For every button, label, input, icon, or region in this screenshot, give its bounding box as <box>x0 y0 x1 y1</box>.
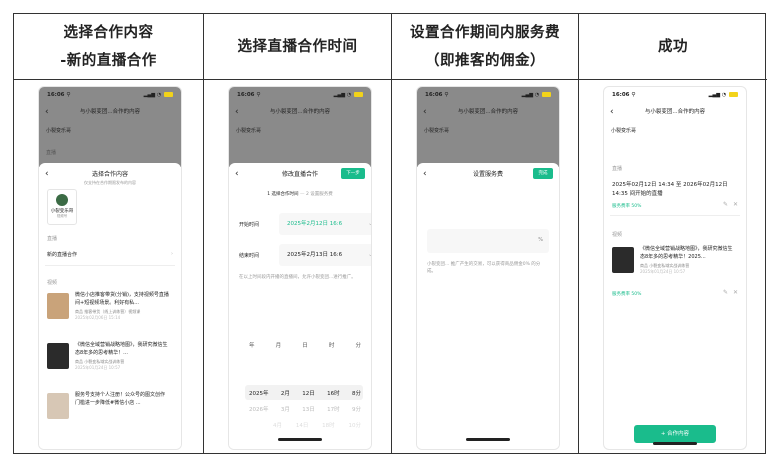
select-content-sheet: ‹ 选择合作内容 仅支持在合作期限发布的内容 小裂变乐哥 视频号 直播 新的直播合… <box>39 163 181 449</box>
storyboard-frame: 选择合作内容 -新的直播合作 16:06 ⚲ ▂▄▆ ◔ ‹ 与小裂变团...合作… <box>13 13 767 454</box>
picker-headers: 年月日时分 <box>249 343 361 349</box>
next-button[interactable]: 下一步 <box>341 168 365 179</box>
picker-row-selected[interactable]: 2025年 2月 12日 16时 8分 <box>249 389 361 397</box>
done-button[interactable]: 完成 <box>533 168 553 179</box>
video-thumbnail <box>612 247 634 273</box>
new-live-option[interactable]: 新的直播合作 › <box>47 251 173 258</box>
status-bar: 16:06 ⚲ ▂▄▆ ◔ <box>417 87 559 101</box>
service-fee-sheet: ‹ 设置服务费 完成 % 小裂变团... 推广产生的交易，可以获得商品佣金0% … <box>417 163 559 449</box>
video-fee-rate: 服务费率 50% <box>612 292 642 297</box>
status-bar: 16:06 ⚲ ▂▄▆ ◔ <box>39 87 181 101</box>
edit-icon[interactable]: ✎ <box>723 289 728 296</box>
video-date: 2025年01月24日 10:57 <box>75 365 121 370</box>
account-card[interactable]: 小裂变乐哥 视频号 <box>47 189 77 225</box>
step-column-1: 选择合作内容 -新的直播合作 16:06 ⚲ ▂▄▆ ◔ ‹ 与小裂变团...合作… <box>14 14 204 453</box>
video-title: 《微信全域营销战略地图》，我研究微信生态8年多的思考精华！... <box>75 342 168 356</box>
sheet-title: 设置服务费 <box>472 171 503 178</box>
step-column-4: 成功 16:06 ⚲ ▂▄▆ ◔ ‹ 与小裂变团...合作的内容 小裂变乐哥 直播… <box>579 14 767 453</box>
step-current: 1 选择合作时间 <box>267 192 299 197</box>
video-date: 2025年01月24日 10:57 <box>640 269 686 274</box>
phone-screen-live-time: 16:06 ⚲ ▂▄▆ ◔ ‹ 与小裂变团...合作的内容 小裂变乐哥 ‹ 修改直… <box>228 86 372 450</box>
step-header-2: 选择直播合作时间 <box>204 14 391 80</box>
video-item[interactable]: 微信小店推客带货(分销)，支持视频号直播间+短视频场景。利好有私... 商品 推… <box>47 291 173 331</box>
page-title: 与小裂变团...合作的内容 <box>79 109 141 115</box>
chevron-down-icon: ⌄ <box>368 213 371 235</box>
video-title: 微信小店推客带货(分销)，支持视频号直播间+短视频场景。利好有私... <box>75 292 169 306</box>
video-thumbnail <box>47 393 69 419</box>
steps-indicator: 1 选择合作时间 — 2 设置服务费 <box>267 192 333 197</box>
close-icon[interactable]: ✕ <box>733 289 738 296</box>
page-title: 与小裂变团...合作的内容 <box>457 109 519 115</box>
back-icon[interactable]: ‹ <box>610 105 614 119</box>
shop-name: 小裂变乐哥 <box>46 128 72 134</box>
video-item[interactable]: 服务号支持个人注册！公众号的图文创作门槛进一步降低#微信小店 ... <box>47 391 173 431</box>
status-bar: 16:06 ⚲ ▂▄▆ ◔ <box>229 87 371 101</box>
header-line: 选择合作内容 <box>63 24 154 41</box>
video-thumbnail <box>47 343 69 369</box>
shop-name: 小裂变乐哥 <box>236 128 262 134</box>
start-time-field[interactable]: 2025年2月12日 16:6⌄ <box>279 213 371 235</box>
picker-row[interactable]: 2026年 3月 13日 17时 9分 <box>249 405 361 413</box>
home-indicator <box>278 438 322 441</box>
phone-screen-service-fee: 16:06 ⚲ ▂▄▆ ◔ ‹ 与小裂变团...合作的内容 小裂变乐哥 ‹ 设置服… <box>416 86 560 450</box>
fee-input[interactable]: % <box>427 229 549 253</box>
header-line: （即推客的佣金） <box>425 52 545 69</box>
chevron-right-icon: › <box>171 251 173 257</box>
video-item[interactable]: 《微信全域营销战略地图》，我研究微信生态8年多的思考精华！... 商品 小裂变私… <box>47 341 173 381</box>
header-line: -新的直播合作 <box>60 52 157 69</box>
edit-icon[interactable]: ✎ <box>723 201 728 208</box>
time-hint: 在以上时间段内开播的直播间，允许小裂变团...进行推广。 <box>239 275 356 280</box>
sheet-title: 选择合作内容 <box>91 171 128 178</box>
video-title: 服务号支持个人注册！公众号的图文创作门槛进一步降低#微信小店 ... <box>75 392 166 406</box>
home-indicator <box>466 438 510 441</box>
step-header-3: 设置合作期间内服务费 （即推客的佣金） <box>392 14 578 80</box>
step-next: 2 设置服务费 <box>305 192 333 197</box>
video-date: 2025年02月06日 15:14 <box>75 315 121 320</box>
header-line: 设置合作期间内服务费 <box>410 24 560 41</box>
add-cooperation-content-button[interactable]: + 合作内容 <box>634 425 716 443</box>
step-column-3: 设置合作期间内服务费 （即推客的佣金） 16:06 ⚲ ▂▄▆ ◔ ‹ 与小裂变团… <box>392 14 579 453</box>
live-label: 直播 <box>47 236 58 242</box>
phone-screen-select-content: 16:06 ⚲ ▂▄▆ ◔ ‹ 与小裂变团...合作的内容 小裂变乐哥 直播 ‹ … <box>38 86 182 450</box>
new-live-label: 新的直播合作 <box>47 252 78 258</box>
video-label: 视频 <box>612 232 623 238</box>
video-thumbnail <box>47 293 69 319</box>
home-indicator <box>653 442 697 445</box>
edit-live-sheet: ‹ 修改直播合作 下一步 1 选择合作时间 — 2 设置服务费 开始时间 202… <box>229 163 371 449</box>
end-time-label: 结束时间 <box>239 253 260 259</box>
header-line: 成功 <box>658 38 688 55</box>
close-icon[interactable]: ✕ <box>733 201 738 208</box>
page-title: 与小裂变团...合作的内容 <box>269 109 331 115</box>
percent-unit: % <box>538 237 543 243</box>
sheet-title: 修改直播合作 <box>281 171 318 178</box>
page-title: 与小裂变团...合作的内容 <box>644 109 706 115</box>
live-label: 直播 <box>612 166 623 172</box>
fee-hint: 小裂变团... 推广产生的交易，可以获得商品佣金0% 的分成。 <box>427 262 541 274</box>
section-label: 直播 <box>46 150 57 156</box>
live-cooperation-desc: 2025年02月12日 14:34 至 2026年02月12日 14:35 间开… <box>612 182 728 197</box>
back-icon[interactable]: ‹ <box>423 105 427 119</box>
back-icon[interactable]: ‹ <box>45 105 49 119</box>
live-fee-rate: 服务费率 50% <box>612 204 642 209</box>
video-item[interactable]: 《微信全域营销战略地图》，我研究微信生态8年多的思考精华！2025... 商品 … <box>612 245 738 285</box>
video-label: 视频 <box>47 280 58 286</box>
status-bar: 16:06 ⚲ ▂▄▆ ◔ <box>604 87 746 101</box>
start-time-label: 开始时间 <box>239 222 260 228</box>
video-title: 《微信全域营销战略地图》，我研究微信生态8年多的思考精华！2025... <box>640 246 733 260</box>
back-icon[interactable]: ‹ <box>235 105 239 119</box>
step-header-4: 成功 <box>579 14 767 80</box>
account-tag: 视频号 <box>56 214 68 218</box>
end-time-field[interactable]: 2025年2月13日 16:6⌄ <box>279 244 371 266</box>
header-line: 选择直播合作时间 <box>237 38 358 55</box>
shop-name: 小裂变乐哥 <box>424 128 450 134</box>
chevron-down-icon: ⌄ <box>368 244 371 266</box>
step-header-1: 选择合作内容 -新的直播合作 <box>14 14 203 80</box>
shop-name: 小裂变乐哥 <box>611 128 637 134</box>
avatar <box>56 194 68 206</box>
phone-screen-success: 16:06 ⚲ ▂▄▆ ◔ ‹ 与小裂变团...合作的内容 小裂变乐哥 直播 20… <box>603 86 747 450</box>
picker-row[interactable]: 4月 14日 18时 10分 <box>249 421 361 429</box>
step-column-2: 选择直播合作时间 16:06 ⚲ ▂▄▆ ◔ ‹ 与小裂变团...合作的内容 小裂… <box>204 14 392 453</box>
sheet-subtitle: 仅支持在合作期限发布的内容 <box>84 180 136 185</box>
